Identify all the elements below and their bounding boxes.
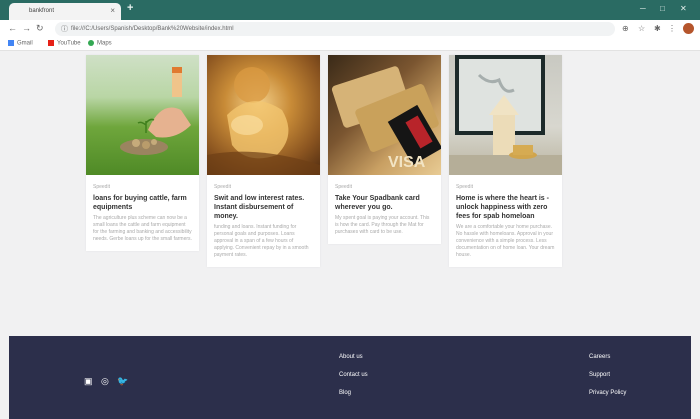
card-tag: Speedit bbox=[93, 184, 110, 190]
card-description: My spent goal is paying your account. Th… bbox=[335, 215, 430, 235]
footer-link-blog[interactable]: Blog bbox=[339, 390, 351, 396]
facebook-icon[interactable]: ▣ bbox=[84, 376, 93, 386]
service-card[interactable]: Speedit Swit and low interest rates. Ins… bbox=[207, 55, 320, 267]
card-tag: Speedit bbox=[335, 184, 352, 190]
browser-tab-strip: bankfront × + ─ □ ✕ bbox=[0, 0, 700, 20]
minimize-icon[interactable]: ─ bbox=[640, 4, 646, 13]
service-card[interactable]: Speedit loans for buying cattle, farm eq… bbox=[86, 55, 199, 251]
twitter-icon[interactable]: 🐦 bbox=[117, 376, 128, 386]
forward-icon[interactable]: → bbox=[22, 23, 31, 33]
bookmarks-bar: Gmail YouTube Maps bbox=[0, 38, 700, 51]
reload-icon[interactable]: ↻ bbox=[36, 23, 44, 34]
card-title[interactable]: loans for buying cattle, farm equipments bbox=[93, 194, 192, 212]
card-description: The agriculture plus scheme can now be a… bbox=[93, 215, 192, 242]
card-tag: Speedit bbox=[214, 184, 231, 190]
back-icon[interactable]: ← bbox=[8, 23, 17, 33]
bookmark-maps[interactable]: Maps bbox=[88, 40, 112, 47]
info-icon[interactable]: ⓘ bbox=[61, 24, 68, 34]
maximize-icon[interactable]: □ bbox=[660, 4, 665, 13]
card-description: funding and loans. Instant funding for p… bbox=[214, 224, 309, 258]
menu-icon[interactable]: ⋮ bbox=[668, 24, 676, 33]
bookmark-gmail[interactable]: Gmail bbox=[8, 40, 33, 47]
star-icon[interactable]: ☆ bbox=[638, 24, 645, 33]
tab-title: bankfront bbox=[29, 8, 55, 14]
footer-link-careers[interactable]: Careers bbox=[589, 354, 610, 360]
new-tab-icon[interactable]: + bbox=[127, 2, 133, 14]
card-tag: Speedit bbox=[456, 184, 473, 190]
card-image-credit-cards: VISA bbox=[328, 55, 441, 175]
footer-link-support[interactable]: Support bbox=[589, 372, 610, 378]
card-title[interactable]: Take Your Spadbank card wherever you go. bbox=[335, 194, 434, 212]
close-icon[interactable]: × bbox=[110, 6, 115, 15]
footer-link-about[interactable]: About us bbox=[339, 354, 363, 360]
url-text: file:///C:/Users/Spanish/Desktop/Bank%20… bbox=[71, 26, 234, 32]
zoom-icon[interactable]: ⊕ bbox=[622, 24, 629, 33]
gmail-icon bbox=[8, 40, 14, 46]
card-image-gold bbox=[207, 55, 320, 175]
footer-link-privacy[interactable]: Privacy Policy bbox=[589, 390, 626, 396]
card-image-plant bbox=[86, 55, 199, 175]
address-bar[interactable]: ⓘ file:///C:/Users/Spanish/Desktop/Bank%… bbox=[55, 22, 615, 36]
site-footer: ▣ ◎ 🐦 About us Contact us Blog Careers S… bbox=[9, 336, 691, 419]
instagram-icon[interactable]: ◎ bbox=[101, 376, 109, 386]
svg-text:VISA: VISA bbox=[388, 154, 426, 171]
maps-icon bbox=[88, 40, 94, 46]
browser-toolbar: ← → ↻ ⓘ file:///C:/Users/Spanish/Desktop… bbox=[0, 20, 700, 38]
card-image-house bbox=[449, 55, 562, 175]
card-title[interactable]: Swit and low interest rates. Instant dis… bbox=[214, 194, 313, 221]
card-description: We are a comfortable your home purchase.… bbox=[456, 224, 555, 258]
bookmark-youtube[interactable]: YouTube bbox=[48, 40, 81, 47]
browser-tab[interactable]: bankfront × bbox=[9, 3, 121, 20]
window-close-icon[interactable]: ✕ bbox=[680, 4, 687, 13]
extension-icon[interactable]: ✱ bbox=[654, 24, 661, 33]
card-title[interactable]: Home is where the heart is - unlock happ… bbox=[456, 194, 555, 221]
youtube-icon bbox=[48, 40, 54, 46]
social-links: ▣ ◎ 🐦 bbox=[84, 376, 135, 387]
service-card[interactable]: Speedit Home is where the heart is - unl… bbox=[449, 55, 562, 267]
footer-link-contact[interactable]: Contact us bbox=[339, 372, 368, 378]
service-card[interactable]: VISA Speedit Take Your Spadbank card whe… bbox=[328, 55, 441, 244]
avatar[interactable] bbox=[683, 23, 694, 34]
